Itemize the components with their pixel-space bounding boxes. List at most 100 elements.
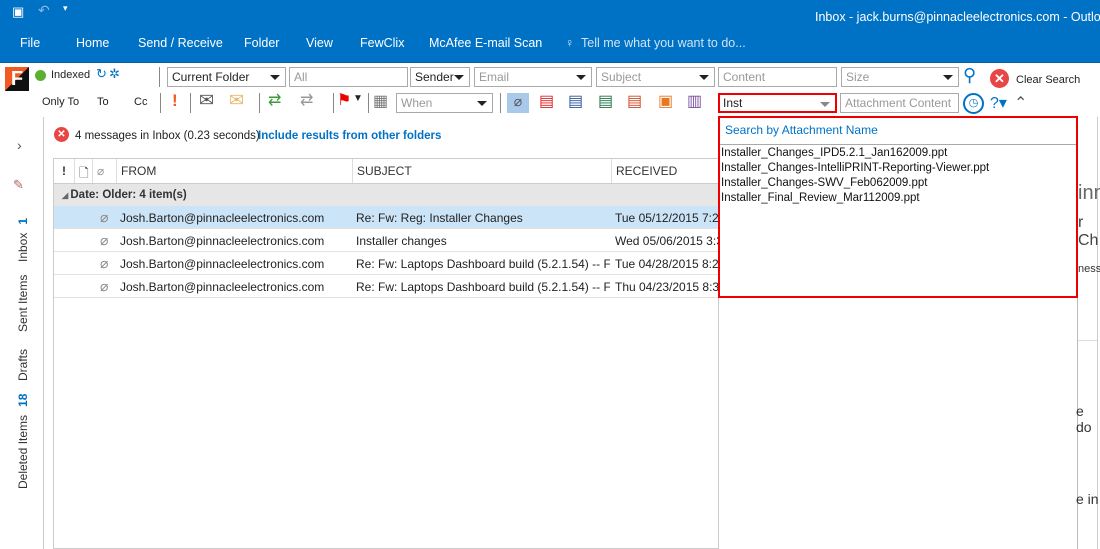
table-row[interactable]: ⌀ Josh.Barton@pinnacleelectronics.com Re…	[54, 275, 719, 298]
qat-dropdown-icon[interactable]: ▾	[63, 3, 68, 14]
row-received: Thu 04/23/2015 8:30	[615, 280, 719, 294]
undo-icon[interactable]: ↶	[38, 2, 50, 19]
subject-select[interactable]: Subject	[596, 67, 715, 87]
received-column-header[interactable]: RECEIVED	[612, 159, 720, 183]
excel-icon[interactable]: ▤	[598, 91, 613, 111]
email-select[interactable]: Email	[474, 67, 592, 87]
dropdown-item[interactable]: Installer_Changes-SWV_Feb062009.ppt	[721, 177, 928, 189]
dropdown-item[interactable]: Installer_Changes_IPD5.2.1_Jan162009.ppt	[721, 147, 947, 159]
row-from: Josh.Barton@pinnacleelectronics.com	[120, 234, 325, 248]
attachment-icon: ⌀	[100, 232, 109, 248]
unread-mail-icon[interactable]: ✉	[229, 90, 244, 111]
reading-pane-text: e do	[1076, 403, 1092, 435]
group-header[interactable]: ◢ Date: Older: 4 item(s)	[54, 183, 719, 206]
attachment-filter-icon[interactable]: ⌀	[507, 93, 529, 113]
when-select[interactable]: When	[396, 93, 493, 113]
app-icon: ▣	[12, 4, 25, 19]
archive-icon[interactable]: ▥	[687, 91, 702, 111]
collapse-chevron-icon[interactable]: ⌃	[1014, 93, 1027, 113]
nav-inbox[interactable]: Inbox1	[16, 218, 30, 262]
attachment-icon: ⌀	[100, 209, 109, 225]
nav-deleted-items[interactable]: Deleted Items18	[16, 394, 30, 489]
dropdown-item[interactable]: Installer_Final_Review_Mar112009.ppt	[721, 192, 920, 204]
table-row[interactable]: ⌀ Josh.Barton@pinnacleelectronics.com Re…	[54, 206, 719, 229]
all-input[interactable]: All	[289, 67, 408, 87]
indexed-label: Indexed	[51, 69, 91, 81]
importance-column-header[interactable]: !	[54, 159, 75, 183]
word-icon[interactable]: ▤	[568, 91, 583, 111]
reading-pane-text: inn	[1078, 182, 1100, 204]
clear-search-icon[interactable]: ✕	[990, 69, 1009, 88]
message-list: ! 🗋 ⌀ FROM SUBJECT RECEIVED ◢ Date: Olde…	[53, 158, 719, 549]
table-row[interactable]: ⌀ Josh.Barton@pinnacleelectronics.com In…	[54, 229, 719, 252]
row-received: Wed 05/06/2015 3:3	[615, 234, 719, 248]
search-status: 4 messages in Inbox (0.23 seconds)	[75, 130, 260, 142]
row-received: Tue 04/28/2015 8:29	[615, 257, 719, 271]
attachment-icon: ⌀	[100, 255, 109, 271]
row-subject: Installer changes	[356, 234, 447, 248]
pdf-icon[interactable]: ▤	[539, 91, 554, 111]
gear-icon[interactable]: ✲	[109, 66, 120, 82]
row-subject: Re: Fw: Laptops Dashboard build (5.2.1.5…	[356, 280, 610, 294]
calendar-icon[interactable]: ▦	[373, 91, 388, 111]
read-mail-icon[interactable]: ✉	[199, 90, 214, 111]
sender-select[interactable]: Sender	[410, 67, 470, 87]
search-toolbar: F Indexed ↻ ✲ Current Folder All Sender …	[0, 62, 1100, 117]
attachment-icon: ⌀	[100, 278, 109, 294]
only-to-button[interactable]: Only To	[42, 96, 79, 108]
importance-icon[interactable]: !	[172, 91, 178, 111]
expand-chevron-icon[interactable]: ›	[17, 137, 22, 153]
attachment-column-header[interactable]: ⌀	[93, 159, 117, 183]
title-bar: ▣ ↶ ▾ Inbox - jack.burns@pinnacleelectro…	[0, 0, 1100, 62]
fewclix-logo: F	[5, 67, 29, 91]
reading-pane-text: ness	[1078, 263, 1100, 275]
dropdown-title: Search by Attachment Name	[725, 123, 878, 137]
powerpoint-icon[interactable]: ▤	[627, 91, 642, 111]
help-icon[interactable]: ?▾	[990, 93, 1007, 113]
scope-select[interactable]: Current Folder	[167, 67, 286, 87]
tab-fewclix[interactable]: FewClix	[360, 36, 404, 50]
tab-view[interactable]: View	[306, 36, 333, 50]
folder-pane: › ✎ Inbox1 Sent Items Drafts Deleted Ite…	[0, 117, 44, 549]
search-icon[interactable]: ⚲	[963, 65, 976, 86]
content-input[interactable]: Content	[718, 67, 837, 87]
clear-search-button[interactable]: Clear Search	[1016, 74, 1080, 86]
reading-pane-text: r Ch	[1078, 214, 1099, 249]
dropdown-item[interactable]: Installer_Changes-IntelliPRINT-Reporting…	[721, 162, 989, 174]
to-button[interactable]: To	[97, 96, 109, 108]
reading-pane-text: e in	[1076, 491, 1099, 507]
row-subject: Re: Fw: Laptops Dashboard build (5.2.1.5…	[356, 257, 610, 271]
attachment-name-dropdown: Search by Attachment Name Installer_Chan…	[718, 116, 1078, 298]
from-column-header[interactable]: FROM	[117, 159, 353, 183]
flag-dropdown-icon[interactable]: ▼	[353, 93, 363, 104]
flag-icon[interactable]: ⚑	[337, 90, 351, 110]
nav-drafts[interactable]: Drafts	[16, 349, 30, 381]
attachment-content-input[interactable]: Attachment Content	[840, 93, 959, 113]
attachment-name-input[interactable]: Inst	[718, 93, 837, 113]
close-search-icon[interactable]: ✕	[54, 127, 69, 142]
icon-column-header[interactable]: 🗋	[75, 159, 93, 183]
cc-button[interactable]: Cc	[134, 96, 147, 108]
tab-mcafee[interactable]: McAfee E-mail Scan	[429, 36, 542, 50]
tab-home[interactable]: Home	[76, 36, 109, 50]
tell-me-input[interactable]: Tell me what you want to do...	[581, 36, 746, 50]
new-item-icon[interactable]: ✎	[13, 177, 24, 193]
forwarded-icon[interactable]: ⇄	[300, 90, 313, 110]
include-other-folders-link[interactable]: Include results from other folders	[258, 130, 441, 142]
history-clock-icon[interactable]: ◷	[963, 93, 984, 114]
row-from: Josh.Barton@pinnacleelectronics.com	[120, 211, 325, 225]
tab-send-receive[interactable]: Send / Receive	[138, 36, 223, 50]
image-icon[interactable]: ▣	[658, 91, 673, 111]
nav-sent-items[interactable]: Sent Items	[16, 275, 30, 332]
row-received: Tue 05/12/2015 7:22	[615, 211, 719, 225]
table-row[interactable]: ⌀ Josh.Barton@pinnacleelectronics.com Re…	[54, 252, 719, 275]
tab-folder[interactable]: Folder	[244, 36, 279, 50]
window-title: Inbox - jack.burns@pinnacleelectronics.c…	[815, 10, 1100, 24]
lightbulb-icon: ♀	[565, 36, 575, 50]
row-subject: Re: Fw: Reg: Installer Changes	[356, 211, 523, 225]
replied-icon[interactable]: ⇄	[268, 90, 281, 110]
refresh-icon[interactable]: ↻	[96, 66, 107, 82]
tab-file[interactable]: File	[20, 36, 40, 50]
subject-column-header[interactable]: SUBJECT	[353, 159, 612, 183]
size-select[interactable]: Size	[841, 67, 959, 87]
